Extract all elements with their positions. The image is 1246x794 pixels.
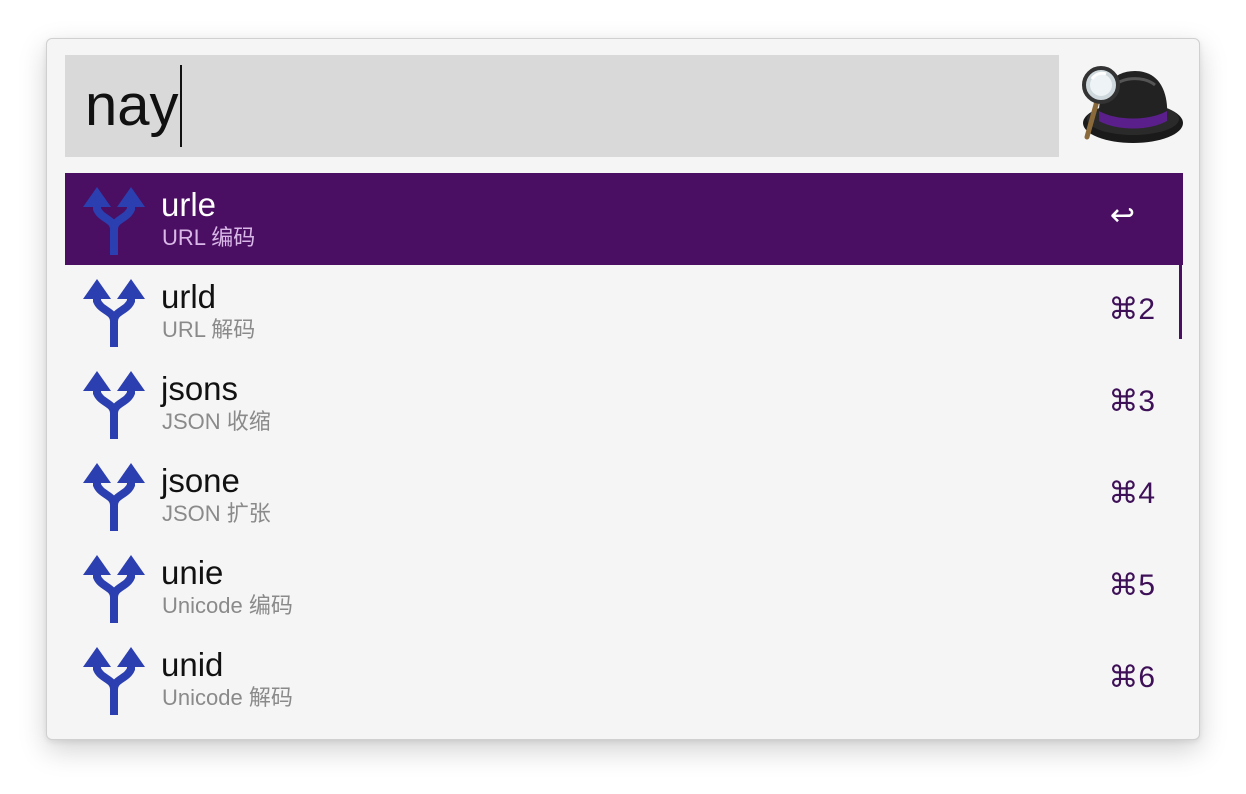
result-title: unid	[161, 646, 224, 683]
fork-arrows-icon	[83, 371, 145, 439]
result-row-jsone[interactable]: jsone JSON 扩张 ⌘4	[65, 449, 1183, 541]
result-row-unie[interactable]: unie Unicode 编码 ⌘5	[65, 541, 1183, 633]
result-row-unid[interactable]: unid Unicode 解码 ⌘6	[65, 633, 1183, 725]
result-row-urle[interactable]: urle URL 编码 ↩	[65, 173, 1183, 265]
result-title: jsons	[161, 370, 239, 407]
fork-arrows-icon	[83, 555, 145, 623]
search-query-text: nay	[85, 73, 179, 138]
result-title: jsone	[161, 462, 240, 499]
result-subtitle: URL 编码	[162, 225, 256, 250]
results-list: urle URL 编码 ↩ urld URL 解码 ⌘2 jsons JSON …	[65, 173, 1183, 725]
result-title: urle	[161, 186, 217, 223]
search-input[interactable]: nay	[85, 65, 182, 147]
result-row-urld[interactable]: urld URL 解码 ⌘2	[65, 265, 1183, 357]
search-box[interactable]: nay	[65, 55, 1059, 157]
results-scrollbar[interactable]	[1179, 173, 1182, 339]
text-caret	[179, 65, 182, 147]
alfred-hat-logo-icon[interactable]	[1077, 61, 1185, 151]
result-subtitle: URL 解码	[162, 317, 256, 342]
result-shortcut: ⌘5	[1108, 569, 1155, 602]
result-row-jsons[interactable]: jsons JSON 收缩 ⌘3	[65, 357, 1183, 449]
result-subtitle: JSON 收缩	[162, 409, 271, 434]
fork-arrows-icon	[83, 279, 145, 347]
result-shortcut: ⌘4	[1108, 477, 1155, 510]
fork-arrows-icon	[83, 187, 145, 255]
fork-arrows-icon	[83, 463, 145, 531]
result-shortcut: ⌘3	[1108, 385, 1155, 418]
fork-arrows-icon	[83, 647, 145, 715]
result-title: unie	[161, 554, 224, 591]
result-title: urld	[161, 278, 217, 315]
result-subtitle: JSON 扩张	[162, 501, 271, 526]
launcher-window: nay urle URL 编码 ↩ urld URL 解码 ⌘2 jsons J…	[46, 38, 1200, 740]
result-subtitle: Unicode 解码	[162, 685, 293, 710]
result-shortcut: ⌘6	[1108, 661, 1155, 694]
return-key-icon: ↩	[1109, 199, 1135, 232]
result-subtitle: Unicode 编码	[162, 593, 293, 618]
result-shortcut: ⌘2	[1108, 293, 1155, 326]
